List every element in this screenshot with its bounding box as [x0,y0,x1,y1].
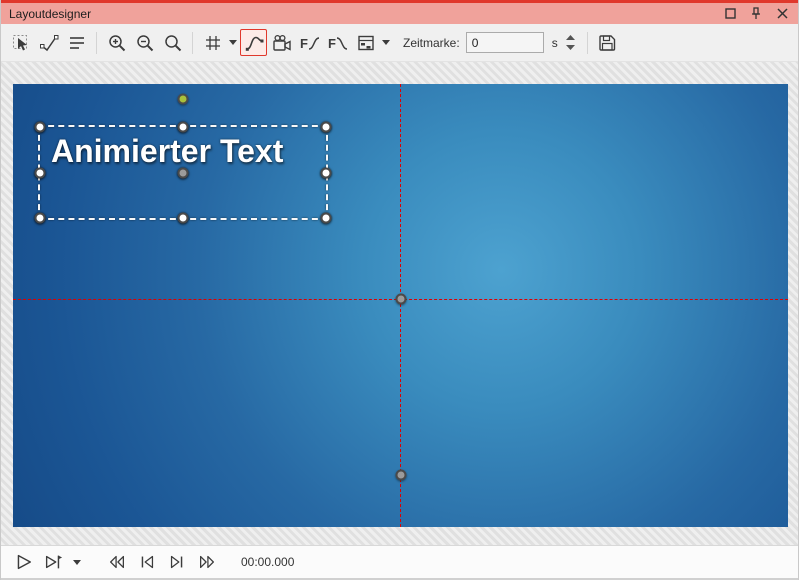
vertical-guide-line [400,84,401,527]
save-icon[interactable] [594,29,621,56]
text-selection-box[interactable]: Animierter Text [38,125,328,220]
zeitmarke-input[interactable] [466,32,544,53]
selection-handle-top-left[interactable] [35,122,46,133]
playback-bar: 00:00.000 [1,545,798,580]
fast-forward-icon[interactable] [195,550,219,574]
svg-text:F: F [300,36,308,51]
maximize-icon[interactable] [722,6,738,22]
path-point-handle[interactable] [396,470,407,481]
toolbar: F F Zeitmarke: s [1,24,798,62]
layout-canvas[interactable]: Animierter Text [13,84,788,527]
zoom-reset-icon[interactable] [159,29,186,56]
selection-handle-top-center[interactable] [178,122,189,133]
rewind-icon[interactable] [105,550,129,574]
camera-icon[interactable] [268,29,295,56]
fade-in-curve-icon[interactable]: F [296,29,323,56]
align-list-tool-icon[interactable] [63,29,90,56]
selection-handle-center[interactable] [178,167,189,178]
selection-handle-middle-right[interactable] [321,167,332,178]
toolbar-separator [192,32,193,54]
selection-handle-bottom-right[interactable] [321,213,332,224]
grid-icon[interactable] [199,29,226,56]
play-icon[interactable] [11,550,35,574]
zeitmarke-label: Zeitmarke: [403,36,460,50]
skip-to-start-icon[interactable] [135,550,159,574]
time-display: 00:00.000 [241,555,294,569]
toolbar-separator [96,32,97,54]
zeitmarke-unit: s [552,36,558,50]
grid-dropdown-icon[interactable] [227,29,239,56]
guide-center-handle[interactable] [396,294,407,305]
pin-icon[interactable] [748,6,764,22]
selection-handle-top-right[interactable] [321,122,332,133]
play-dropdown-icon[interactable] [71,549,83,576]
titlebar: Layoutdesigner [1,0,798,24]
workspace: Animierter Text [1,62,798,545]
rotation-handle[interactable] [178,94,189,105]
fade-out-curve-icon[interactable]: F [324,29,351,56]
edit-points-tool-icon[interactable] [35,29,62,56]
selection-handle-middle-left[interactable] [35,167,46,178]
keyframe-list-dropdown-icon[interactable] [380,29,392,56]
motion-path-tool-icon[interactable] [240,29,267,56]
toolbar-separator [587,32,588,54]
keyframe-list-icon[interactable] [352,29,379,56]
skip-to-end-icon[interactable] [165,550,189,574]
spinner-up-icon[interactable] [564,34,577,42]
select-tool-icon[interactable] [7,29,34,56]
spinner-down-icon[interactable] [564,44,577,52]
zoom-in-icon[interactable] [103,29,130,56]
close-icon[interactable] [774,6,790,22]
play-from-timemark-icon[interactable] [41,550,65,574]
selection-handle-bottom-left[interactable] [35,213,46,224]
window-controls [722,6,790,22]
selection-handle-bottom-center[interactable] [178,213,189,224]
animated-text-object[interactable]: Animierter Text [51,133,283,170]
zeitmarke-spinner [564,34,577,52]
window-title: Layoutdesigner [9,7,91,21]
zoom-out-icon[interactable] [131,29,158,56]
svg-text:F: F [328,36,336,51]
layoutdesigner-window: Layoutdesigner [0,0,799,580]
